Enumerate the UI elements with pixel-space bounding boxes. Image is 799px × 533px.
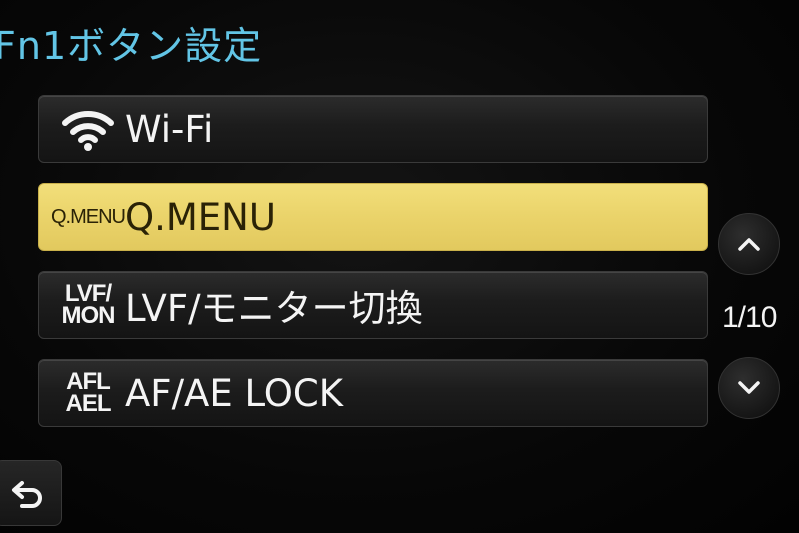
scroll-down-button[interactable] xyxy=(718,357,780,419)
page-indicator: 1/10 xyxy=(722,301,777,334)
menu-item-label: Q.MENU xyxy=(125,195,276,239)
chevron-up-icon xyxy=(738,238,760,251)
menu-item-wifi[interactable]: Wi-Fi xyxy=(38,95,708,163)
qmenu-icon: Q.MENU xyxy=(51,184,126,250)
wifi-icon xyxy=(51,96,125,162)
menu-item-label: AF/AE LOCK xyxy=(125,371,344,415)
menu-item-label: Wi-Fi xyxy=(125,107,214,151)
page-title: Fn1ボタン設定 xyxy=(0,24,263,68)
return-icon xyxy=(12,481,42,508)
lvf-mon-icon: LVF/ MON xyxy=(51,272,125,338)
camera-menu-screen: Fn1ボタン設定 Wi-Fi Q.MENU Q.MENU LVF/ MON LV… xyxy=(0,0,799,533)
back-button[interactable] xyxy=(0,460,62,526)
menu-item-lvf-monitor[interactable]: LVF/ MON LVF/モニター切換 xyxy=(38,271,708,339)
chevron-down-icon xyxy=(738,381,760,394)
afl-ael-icon: AFL AEL xyxy=(51,360,125,426)
menu-item-qmenu[interactable]: Q.MENU Q.MENU xyxy=(38,183,708,251)
menu-item-label: LVF/モニター切換 xyxy=(125,287,423,330)
menu-item-af-ae-lock[interactable]: AFL AEL AF/AE LOCK xyxy=(38,359,708,427)
mon-icon-text: MON xyxy=(61,302,116,329)
qmenu-icon-text: Q.MENU xyxy=(51,206,126,228)
ael-icon-text: AEL xyxy=(65,390,112,417)
scroll-up-button[interactable] xyxy=(718,213,780,275)
